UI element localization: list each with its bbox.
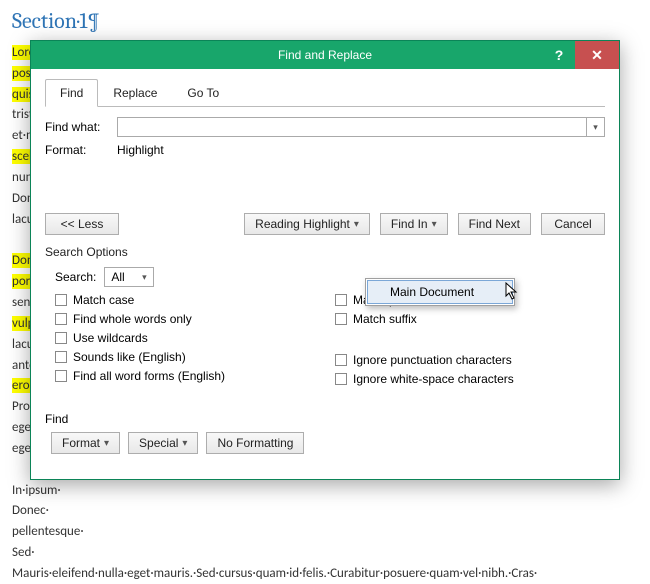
format-label: Format: — [45, 143, 117, 157]
close-button[interactable]: ✕ — [575, 41, 619, 69]
tab-go-to[interactable]: Go To — [172, 79, 234, 107]
checkbox-label: Find whole words only — [73, 312, 192, 326]
dialog-title: Find and Replace — [31, 48, 619, 62]
find-replace-dialog: Find and Replace ? ✕ FindReplaceGo To Fi… — [30, 40, 620, 480]
checkbox-suffix[interactable]: Match suffix — [335, 312, 605, 326]
find-in-menu: Main Document — [365, 278, 515, 306]
tab-find[interactable]: Find — [45, 79, 98, 107]
body-line: Sed· — [12, 544, 638, 563]
checkbox-label: Ignore white-space characters — [353, 372, 514, 386]
checkbox-box[interactable] — [335, 373, 347, 385]
checkbox-box[interactable] — [55, 370, 67, 382]
search-scope-label: Search: — [55, 270, 96, 284]
checkbox-box[interactable] — [335, 313, 347, 325]
checkbox-label: Find all word forms (English) — [73, 369, 225, 383]
checkbox-label: Use wildcards — [73, 331, 148, 345]
checkbox-box[interactable] — [55, 313, 67, 325]
dialog-titlebar[interactable]: Find and Replace ? ✕ — [31, 41, 619, 69]
find-next-button[interactable]: Find Next — [458, 213, 531, 235]
checkbox-box[interactable] — [55, 294, 67, 306]
menu-item-main-document[interactable]: Main Document — [367, 280, 513, 304]
help-button[interactable]: ? — [543, 41, 575, 69]
format-value: Highlight — [117, 143, 164, 157]
chevron-down-icon[interactable]: ▾ — [135, 268, 153, 286]
no-formatting-button[interactable]: No Formatting — [206, 432, 304, 454]
reading-highlight-button[interactable]: Reading Highlight — [244, 213, 370, 235]
checkbox-whitespace[interactable]: Ignore white-space characters — [335, 372, 605, 386]
chevron-down-icon[interactable]: ▾ — [586, 118, 604, 136]
checkbox-label: Match case — [73, 293, 134, 307]
close-icon: ✕ — [591, 47, 603, 64]
checkbox-label: Ignore punctuation characters — [353, 353, 512, 367]
find-what-label: Find what: — [45, 120, 117, 134]
cancel-button[interactable]: Cancel — [541, 213, 605, 235]
checkbox-whole_words[interactable]: Find whole words only — [55, 312, 325, 326]
checkbox-punct[interactable]: Ignore punctuation characters — [335, 353, 605, 367]
checkbox-box[interactable] — [335, 354, 347, 366]
checkbox-word_forms[interactable]: Find all word forms (English) — [55, 369, 325, 383]
body-line: Mauris·eleifend·nulla·eget·mauris.·Sed·c… — [12, 565, 638, 584]
search-options-label: Search Options — [45, 245, 605, 259]
checkbox-box[interactable] — [55, 351, 67, 363]
body-line: Donec· — [12, 502, 638, 521]
checkbox-box[interactable] — [55, 332, 67, 344]
main-button-row: << Less Reading Highlight Find In Find N… — [45, 213, 605, 235]
checkbox-wildcards[interactable]: Use wildcards — [55, 331, 325, 345]
checkbox-box[interactable] — [335, 294, 347, 306]
find-in-button[interactable]: Find In — [380, 213, 448, 235]
section-heading: Section·1¶ — [12, 6, 638, 38]
less-button[interactable]: << Less — [45, 213, 119, 235]
tab-strip: FindReplaceGo To — [45, 79, 605, 107]
checkbox-label: Match suffix — [353, 312, 417, 326]
find-what-input[interactable]: ▾ — [117, 117, 605, 137]
tab-replace[interactable]: Replace — [98, 79, 172, 107]
body-line: In·ipsum· — [12, 482, 638, 501]
format-button[interactable]: Format — [51, 432, 120, 454]
search-scope-select[interactable]: All ▾ — [104, 267, 154, 287]
special-button[interactable]: Special — [128, 432, 198, 454]
body-line: pellentesque· — [12, 523, 638, 542]
checkbox-sounds_like[interactable]: Sounds like (English) — [55, 350, 325, 364]
checkbox-label: Sounds like (English) — [73, 350, 186, 364]
find-section-label: Find — [45, 412, 605, 426]
checkbox-match_case[interactable]: Match case — [55, 293, 325, 307]
